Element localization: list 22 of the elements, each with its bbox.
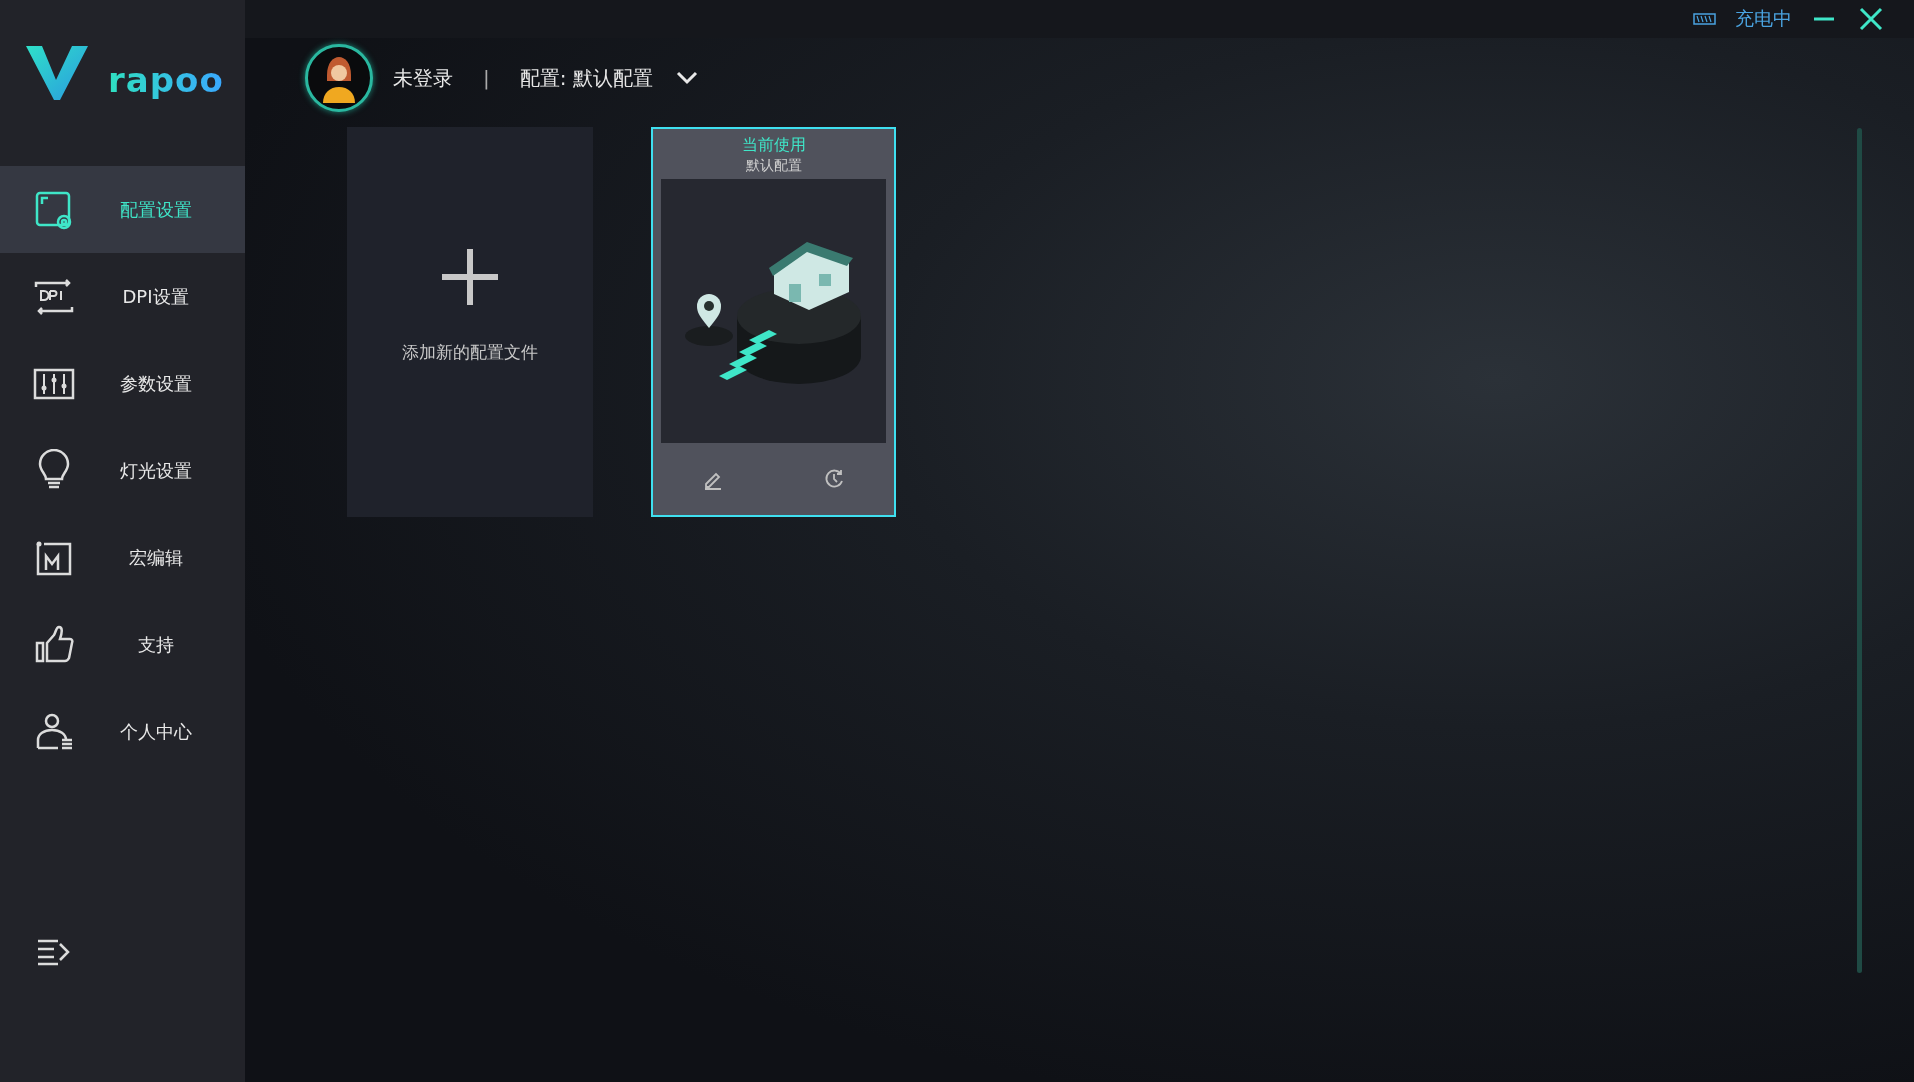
close-icon[interactable]: [1858, 6, 1884, 32]
profile-name: 默认配置: [745, 157, 802, 175]
sidebar-item[interactable]: 个人中心: [0, 688, 245, 775]
add-profile-card[interactable]: 添加新的配置文件: [347, 127, 593, 517]
scrollbar[interactable]: [1857, 128, 1862, 973]
profile-status: 当前使用: [741, 135, 806, 156]
logo-icon: [26, 44, 88, 100]
battery-status: 充电中: [1735, 6, 1792, 31]
sidebar-item[interactable]: 灯光设置: [0, 427, 245, 514]
battery-icon: [1693, 13, 1717, 25]
profile-card[interactable]: 当前使用 默认配置: [651, 127, 896, 517]
separator: |: [483, 66, 490, 90]
sidebar-item[interactable]: 支持: [0, 601, 245, 688]
login-status[interactable]: 未登录: [393, 64, 453, 92]
sidebar-item[interactable]: 参数设置: [0, 340, 245, 427]
plus-icon: [440, 247, 500, 307]
sidebar-item[interactable]: 配置设置: [0, 166, 245, 253]
sidebar-item[interactable]: DPI设置: [0, 253, 245, 340]
menu-icon[interactable]: [36, 938, 72, 966]
profile-label: 配置: 默认配置: [519, 64, 653, 92]
avatar[interactable]: [305, 44, 373, 112]
sidebar-item[interactable]: 宏编辑: [0, 514, 245, 601]
